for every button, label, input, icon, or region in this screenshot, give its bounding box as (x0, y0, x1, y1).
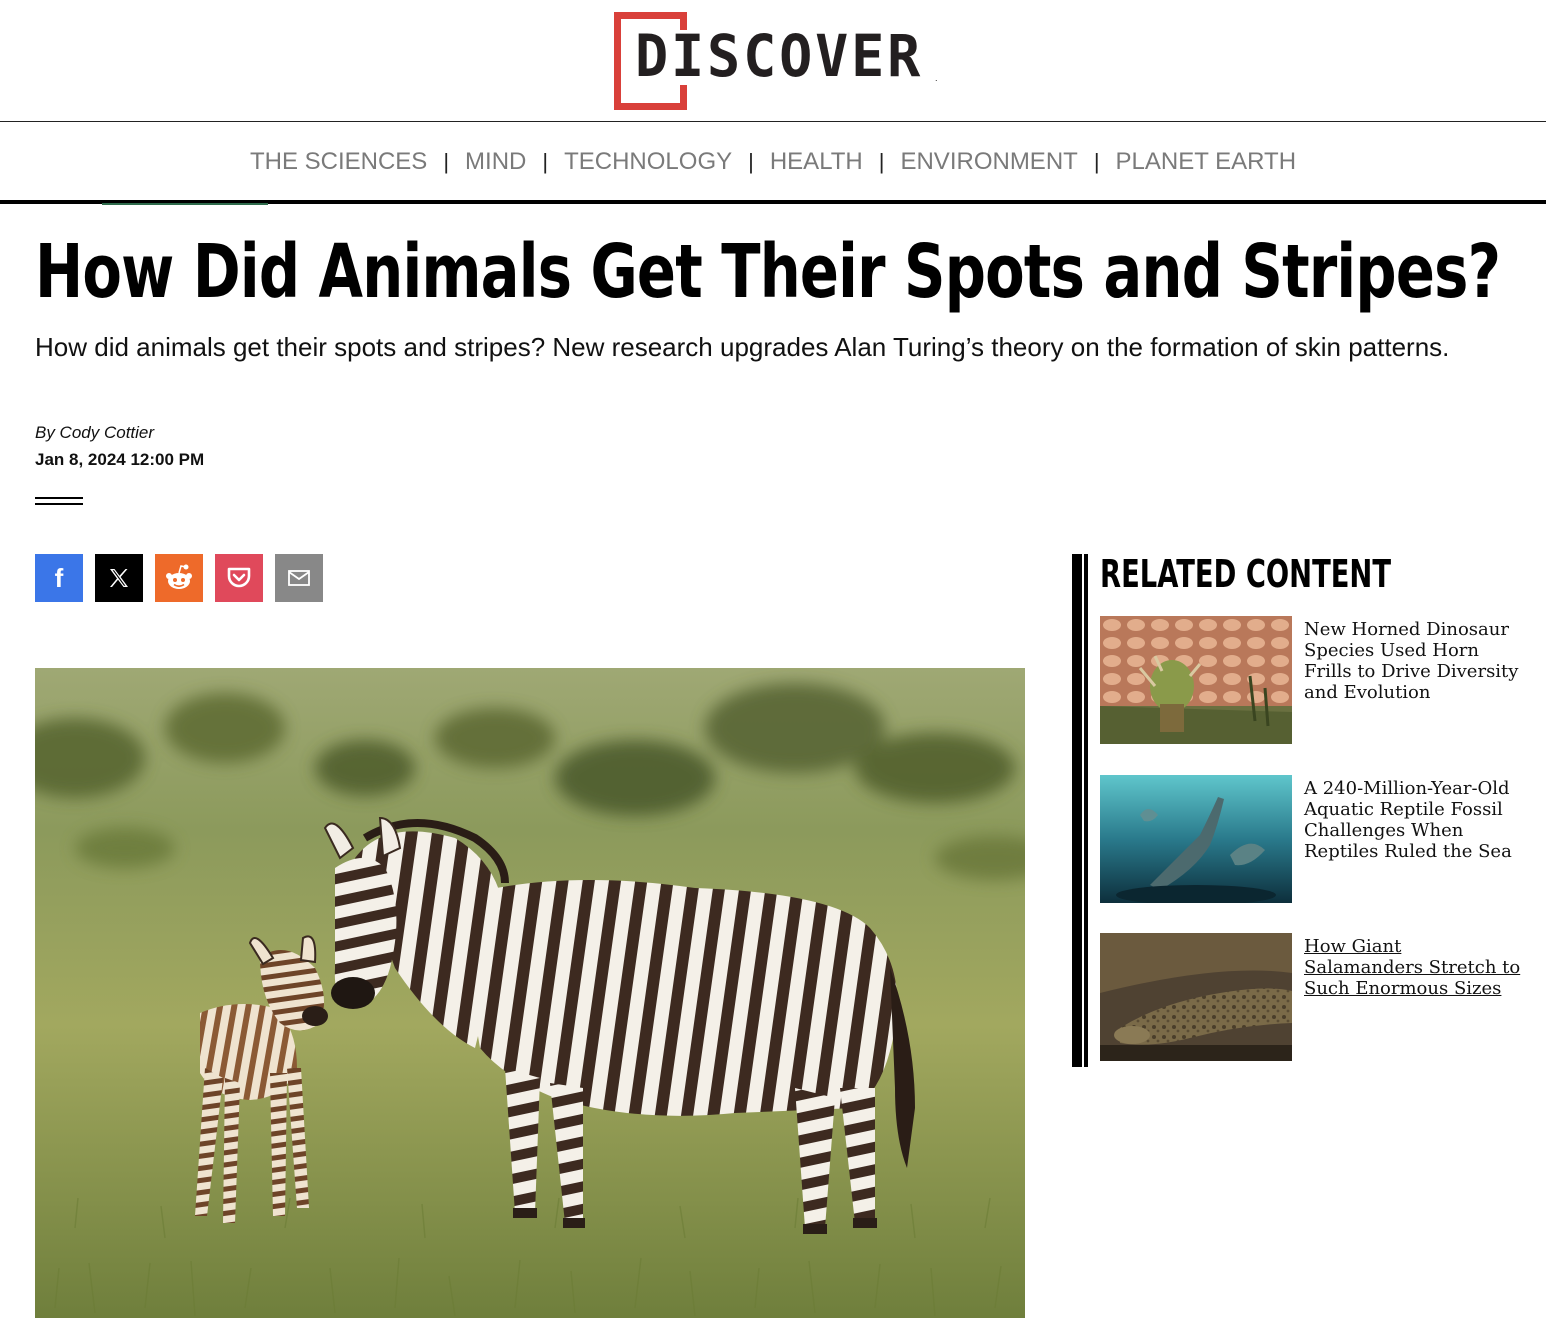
related-title[interactable]: New Horned Dinosaur Species Used Horn Fr… (1304, 619, 1522, 703)
nav-separator: | (1093, 149, 1100, 174)
email-share-button[interactable] (275, 554, 323, 602)
nav-separator: | (878, 149, 885, 174)
share-buttons: f (35, 554, 323, 602)
divider-line (35, 497, 83, 499)
pocket-icon (227, 567, 251, 588)
related-thumbnail-salamander[interactable] (1100, 933, 1292, 1061)
x-share-button[interactable] (95, 554, 143, 602)
logo-trademark: . (935, 73, 938, 83)
nav-active-indicator (102, 203, 268, 205)
related-thumbnail-reptile[interactable] (1100, 775, 1292, 903)
header-divider (0, 121, 1546, 122)
article-title: How Did Animals Get Their Spots and Stri… (35, 229, 1501, 315)
nav-separator: | (748, 149, 754, 174)
article-subtitle: How did animals get their spots and stri… (35, 332, 1450, 362)
main-nav: THE SCIENCES | MIND | TECHNOLOGY | HEALT… (0, 140, 1546, 184)
nav-item-mind[interactable]: MIND (465, 148, 526, 176)
x-icon (110, 569, 128, 587)
logo-wordmark: DISCOVER (635, 22, 924, 90)
nav-item-environment[interactable]: ENVIRONMENT (900, 148, 1077, 176)
facebook-icon: f (54, 562, 64, 593)
nav-item-technology[interactable]: TECHNOLOGY (564, 148, 732, 176)
related-thumbnail-dinosaur[interactable] (1100, 616, 1292, 744)
related-accent-bar (1072, 554, 1088, 1067)
related-content-heading: RELATED CONTENT (1100, 552, 1391, 596)
article-byline[interactable]: By Cody Cottier (35, 423, 154, 443)
related-item[interactable]: How Giant Salamanders Stretch to Such En… (1100, 933, 1520, 1061)
divider-line (35, 503, 83, 505)
nav-separator: | (542, 149, 549, 174)
pocket-share-button[interactable] (215, 554, 263, 602)
nav-item-health[interactable]: HEALTH (770, 148, 863, 176)
related-title[interactable]: A 240-Million-Year-Old Aquatic Reptile F… (1304, 778, 1522, 862)
email-icon (288, 570, 310, 586)
nav-item-planet-earth[interactable]: PLANET EARTH (1116, 148, 1297, 176)
related-item[interactable]: A 240-Million-Year-Old Aquatic Reptile F… (1100, 775, 1520, 903)
reddit-icon (166, 564, 192, 589)
nav-separator: | (443, 149, 450, 174)
nav-item-the-sciences[interactable]: THE SCIENCES (250, 148, 427, 176)
discover-logo[interactable]: DISCOVER . (613, 11, 945, 110)
related-item[interactable]: New Horned Dinosaur Species Used Horn Fr… (1100, 616, 1520, 744)
related-title[interactable]: How Giant Salamanders Stretch to Such En… (1304, 936, 1522, 999)
hero-image (35, 668, 1025, 1318)
facebook-share-button[interactable]: f (35, 554, 83, 602)
reddit-share-button[interactable] (155, 554, 203, 602)
site-header: DISCOVER . (0, 0, 1546, 121)
article-date: Jan 8, 2024 12:00 PM (35, 450, 205, 469)
